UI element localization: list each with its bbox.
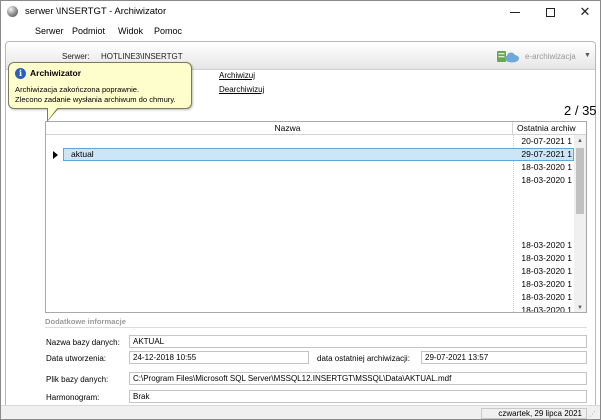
maximize-button[interactable] [534, 1, 566, 23]
row-last-archive-cell: 20-07-2021 1 [521, 136, 572, 146]
menu-widok[interactable]: Widok [118, 26, 143, 36]
record-counter: 2 / 35 [564, 103, 597, 118]
info-icon: i [15, 68, 26, 79]
created-label: Data utworzenia: [46, 354, 107, 363]
row-last-archive-cell: 18-03-2020 1 [521, 266, 572, 276]
last-archive-label: data ostatniej archiwizacji: [317, 354, 410, 363]
status-date: czwartek, 29 lipca 2021 [481, 408, 587, 419]
row-last-archive-cell: 18-03-2020 1 [521, 292, 572, 302]
table-row[interactable]: 18-03-2020 1 [46, 265, 574, 278]
current-row-indicator [46, 148, 63, 161]
minimize-button[interactable] [499, 1, 531, 23]
table-row[interactable]: 18-03-2020 1 [46, 291, 574, 304]
row-last-archive-cell: 18-03-2020 1 [521, 175, 572, 185]
row-last-archive-cell: 18-03-2020 1 [521, 240, 572, 250]
vertical-scrollbar[interactable]: ▲ ▼ [574, 135, 586, 312]
row-last-archive-cell: 18-03-2020 1 [521, 305, 572, 313]
resize-grip-icon[interactable]: ⋰ [589, 410, 596, 418]
minimize-icon [510, 11, 520, 13]
row-name-cell: aktual [71, 149, 94, 159]
grid-header: Nazwa Ostatnia archiw [46, 122, 586, 135]
server-name: HOTLINE3\INSERTGT [101, 52, 183, 61]
balloon-tail-fill [48, 107, 58, 120]
notification-balloon[interactable]: i Archiwizator Archiwizacja zakończona p… [8, 62, 192, 109]
database-grid[interactable]: Nazwa Ostatnia archiw 20-07-2021 1 aktual… [45, 121, 587, 313]
archiwizuj-link[interactable]: Archiwizuj [219, 71, 255, 80]
table-row[interactable] [46, 226, 574, 239]
window-title: serwer \INSERTGT - Archiwizator [25, 6, 167, 17]
app-logo-icon [7, 6, 18, 17]
menu-pomoc[interactable]: Pomoc [154, 26, 182, 36]
db-name-field[interactable]: AKTUAL [129, 335, 587, 348]
scroll-thumb[interactable] [576, 148, 584, 214]
chevron-down-icon[interactable]: ▼ [584, 52, 591, 59]
close-icon: ✕ [579, 4, 591, 19]
menu-serwer[interactable]: Serwer [35, 26, 64, 36]
schedule-field[interactable]: Brak [129, 390, 587, 403]
server-label: Serwer: [62, 52, 90, 61]
table-row[interactable] [46, 213, 574, 226]
row-last-archive-cell [514, 226, 574, 239]
table-row[interactable]: 18-03-2020 1 [46, 304, 574, 313]
db-file-label: Plik bazy danych: [46, 375, 109, 384]
row-last-archive-cell [514, 187, 574, 200]
cloud-icon[interactable] [496, 49, 520, 63]
dearchiwizuj-link[interactable]: Dearchiwizuj [219, 85, 264, 94]
table-row[interactable]: aktual 29-07-2021 1 [46, 148, 574, 161]
play-triangle-icon [53, 151, 58, 159]
earchiwizacja-label[interactable]: e-archiwizacja [525, 52, 576, 61]
table-row[interactable]: 18-03-2020 1 [46, 174, 574, 187]
scroll-down-icon[interactable]: ▼ [577, 305, 583, 311]
schedule-label: Harmonogram: [46, 393, 100, 402]
row-last-archive-cell [514, 200, 574, 213]
maximize-icon [545, 7, 555, 17]
grid-body: 20-07-2021 1 aktual 29-07-2021 1 18-03-2020… [46, 135, 574, 313]
balloon-message-line2: Zlecono zadanie wysłania archiwum do chm… [15, 95, 176, 104]
row-last-archive-cell [514, 213, 574, 226]
row-last-archive-cell: 18-03-2020 1 [521, 253, 572, 263]
column-header-nazwa[interactable]: Nazwa [63, 122, 513, 135]
menu-bar: Serwer Podmiot Widok Pomoc [1, 23, 600, 40]
row-last-archive-cell: 18-03-2020 1 [521, 162, 572, 172]
table-row[interactable]: 18-03-2020 1 [46, 252, 574, 265]
title-bar[interactable]: serwer \INSERTGT - Archiwizator ✕ [1, 1, 600, 23]
column-header-last-archive[interactable]: Ostatnia archiw [514, 122, 586, 135]
close-button[interactable]: ✕ [569, 1, 600, 23]
details-section-title: Dodatkowe informacje [45, 317, 127, 326]
table-row[interactable]: 20-07-2021 1 [46, 135, 574, 148]
app-window: serwer \INSERTGT - Archiwizator ✕ Serwer… [0, 0, 601, 420]
db-name-label: Nazwa bazy danych: [46, 338, 120, 347]
balloon-title: Archiwizator [30, 68, 82, 78]
table-row[interactable]: 18-03-2020 1 [46, 278, 574, 291]
status-bar: czwartek, 29 lipca 2021 ⋰ [1, 405, 600, 419]
row-last-archive-cell: 18-03-2020 1 [521, 279, 572, 289]
created-field[interactable]: 24-12-2018 10:55 [129, 351, 309, 364]
table-row[interactable]: 18-03-2020 1 [46, 161, 574, 174]
row-last-archive-cell: 29-07-2021 1 [521, 149, 572, 159]
table-row[interactable]: 18-03-2020 1 [46, 239, 574, 252]
scroll-up-icon[interactable]: ▲ [577, 138, 583, 144]
selected-row-highlight [63, 148, 574, 161]
balloon-message-line1: Archiwizacja zakończona poprawnie. [15, 85, 140, 94]
db-file-field[interactable]: C:\Program Files\Microsoft SQL Server\MS… [129, 372, 587, 385]
menu-podmiot[interactable]: Podmiot [72, 26, 105, 36]
last-archive-field[interactable]: 29-07-2021 13:57 [421, 351, 587, 364]
details-divider [45, 327, 587, 328]
table-row[interactable] [46, 200, 574, 213]
table-row[interactable] [46, 187, 574, 200]
